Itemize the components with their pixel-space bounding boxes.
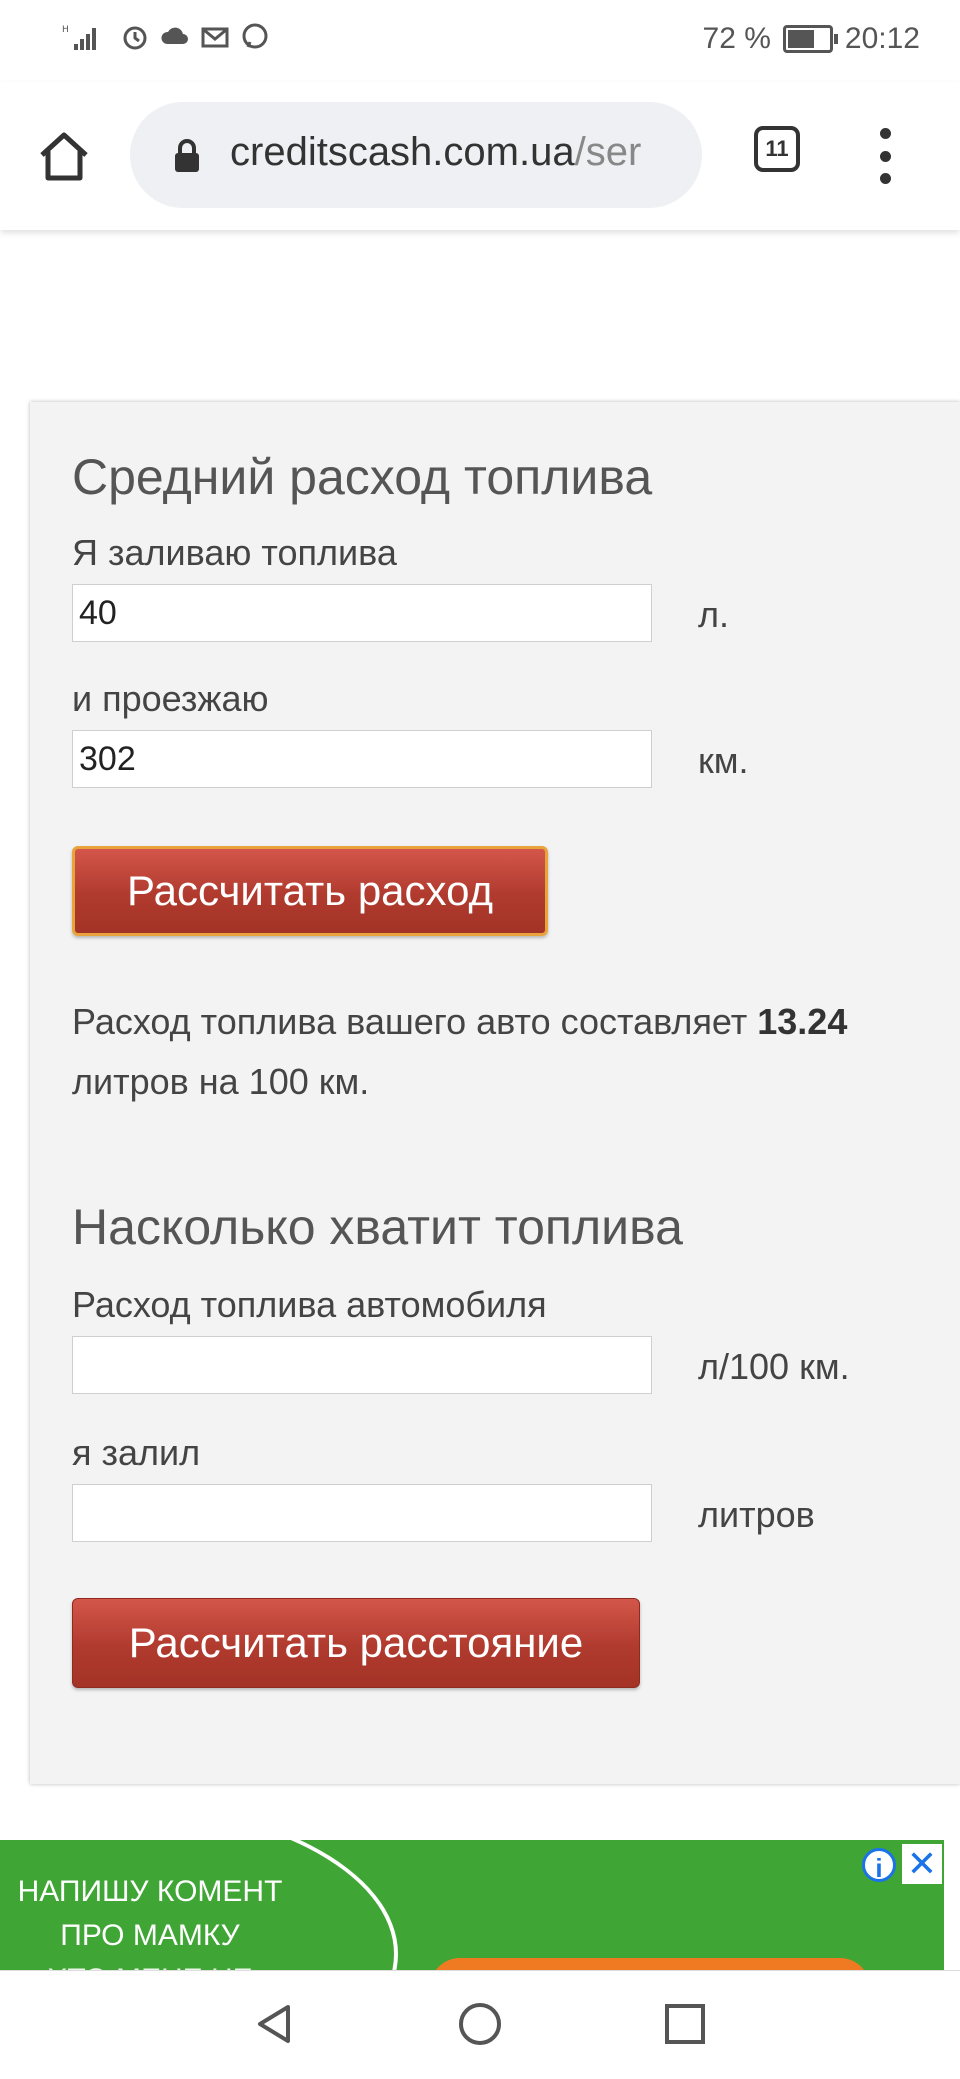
fuel-input[interactable]: 40 [72, 584, 652, 642]
system-nav-bar [0, 1970, 960, 2079]
result-value: 13.24 [757, 1001, 848, 1042]
viber-icon [240, 22, 270, 58]
distance-input[interactable]: 302 [72, 730, 652, 788]
range-title: Насколько хватит топлива [72, 1199, 683, 1255]
result-suffix: литров на 100 км. [72, 1061, 370, 1102]
calculate-consumption-button[interactable]: Рассчитать расход [72, 846, 548, 936]
signal-icon: H [62, 22, 110, 58]
status-bar: H 72 % 20:12 [0, 0, 960, 82]
ad-cta-button[interactable] [430, 1958, 870, 1970]
battery-icon [782, 25, 838, 53]
home-button[interactable] [36, 128, 92, 184]
home-circle-icon [459, 2003, 501, 2045]
filled-unit: литров [698, 1494, 815, 1535]
alarm-icon [120, 22, 150, 58]
battery-fill [787, 30, 814, 48]
ad-line-2: ПРО МАМКУ [60, 1919, 240, 1952]
ad-banner[interactable]: НАПИШУ КОМЕНТ ПРО МАМКУ ХТО МЕНЕ НЕ ЗАЙД… [0, 1840, 944, 1970]
distance-label: и проезжаю [72, 678, 269, 719]
mail-icon [200, 22, 230, 58]
menu-dot [879, 173, 891, 184]
back-button[interactable] [250, 1999, 300, 2049]
filled-label: я залил [72, 1432, 201, 1473]
status-right: 72 % 20:12 [703, 22, 920, 56]
calculator-card: Средний расход топлива Я заливаю топлива… [30, 402, 960, 1784]
url-text: creditscash.com.ua/ser [230, 130, 641, 175]
back-triangle-icon [258, 2005, 290, 2043]
battery-percent: 72 % [702, 22, 771, 55]
cloud-icon [160, 22, 190, 58]
rate-input[interactable] [72, 1336, 652, 1394]
consumption-result: Расход топлива вашего авто составляет 13… [72, 992, 932, 1112]
fuel-label: Я заливаю топлива [72, 532, 397, 573]
browser-toolbar: creditscash.com.ua/ser 11 [0, 82, 960, 230]
nav-home-button[interactable] [455, 1999, 505, 2049]
ad-close-icon[interactable]: ✕ [902, 1844, 942, 1884]
clock: 20:12 [844, 22, 920, 55]
rate-label: Расход топлива автомобиля [72, 1284, 547, 1325]
fuel-unit: л. [698, 594, 730, 635]
tab-switcher-button[interactable]: 11 [754, 126, 800, 172]
recents-square-icon [665, 2004, 705, 2044]
menu-dot [879, 150, 891, 162]
menu-dot [879, 128, 891, 139]
recents-button[interactable] [660, 1999, 710, 2049]
url-domain: creditscash.com.ua [230, 130, 575, 174]
ad-info-icon[interactable]: i [862, 1848, 896, 1883]
consumption-title: Средний расход топлива [72, 449, 653, 505]
result-prefix: Расход топлива вашего авто составляет [72, 1001, 748, 1042]
filled-input[interactable] [72, 1484, 652, 1542]
calculate-distance-button[interactable]: Рассчитать расстояние [72, 1598, 640, 1688]
rate-unit: л/100 км. [698, 1346, 850, 1387]
status-icons: H [62, 22, 270, 58]
url-path: /ser [574, 130, 642, 174]
more-menu-button[interactable] [878, 128, 892, 184]
lock-icon [175, 139, 199, 172]
ad-line-3: ХТО МЕНЕ НЕ ЗАЙДЕ [0, 1958, 300, 1970]
ad-line-1: НАПИШУ КОМЕНТ [17, 1875, 283, 1908]
ad-text: НАПИШУ КОМЕНТ ПРО МАМКУ ХТО МЕНЕ НЕ ЗАЙД… [0, 1870, 300, 1970]
address-bar[interactable]: creditscash.com.ua/ser [130, 102, 702, 208]
svg-text:H: H [62, 25, 69, 35]
distance-unit: км. [698, 740, 749, 781]
home-icon [40, 132, 88, 181]
